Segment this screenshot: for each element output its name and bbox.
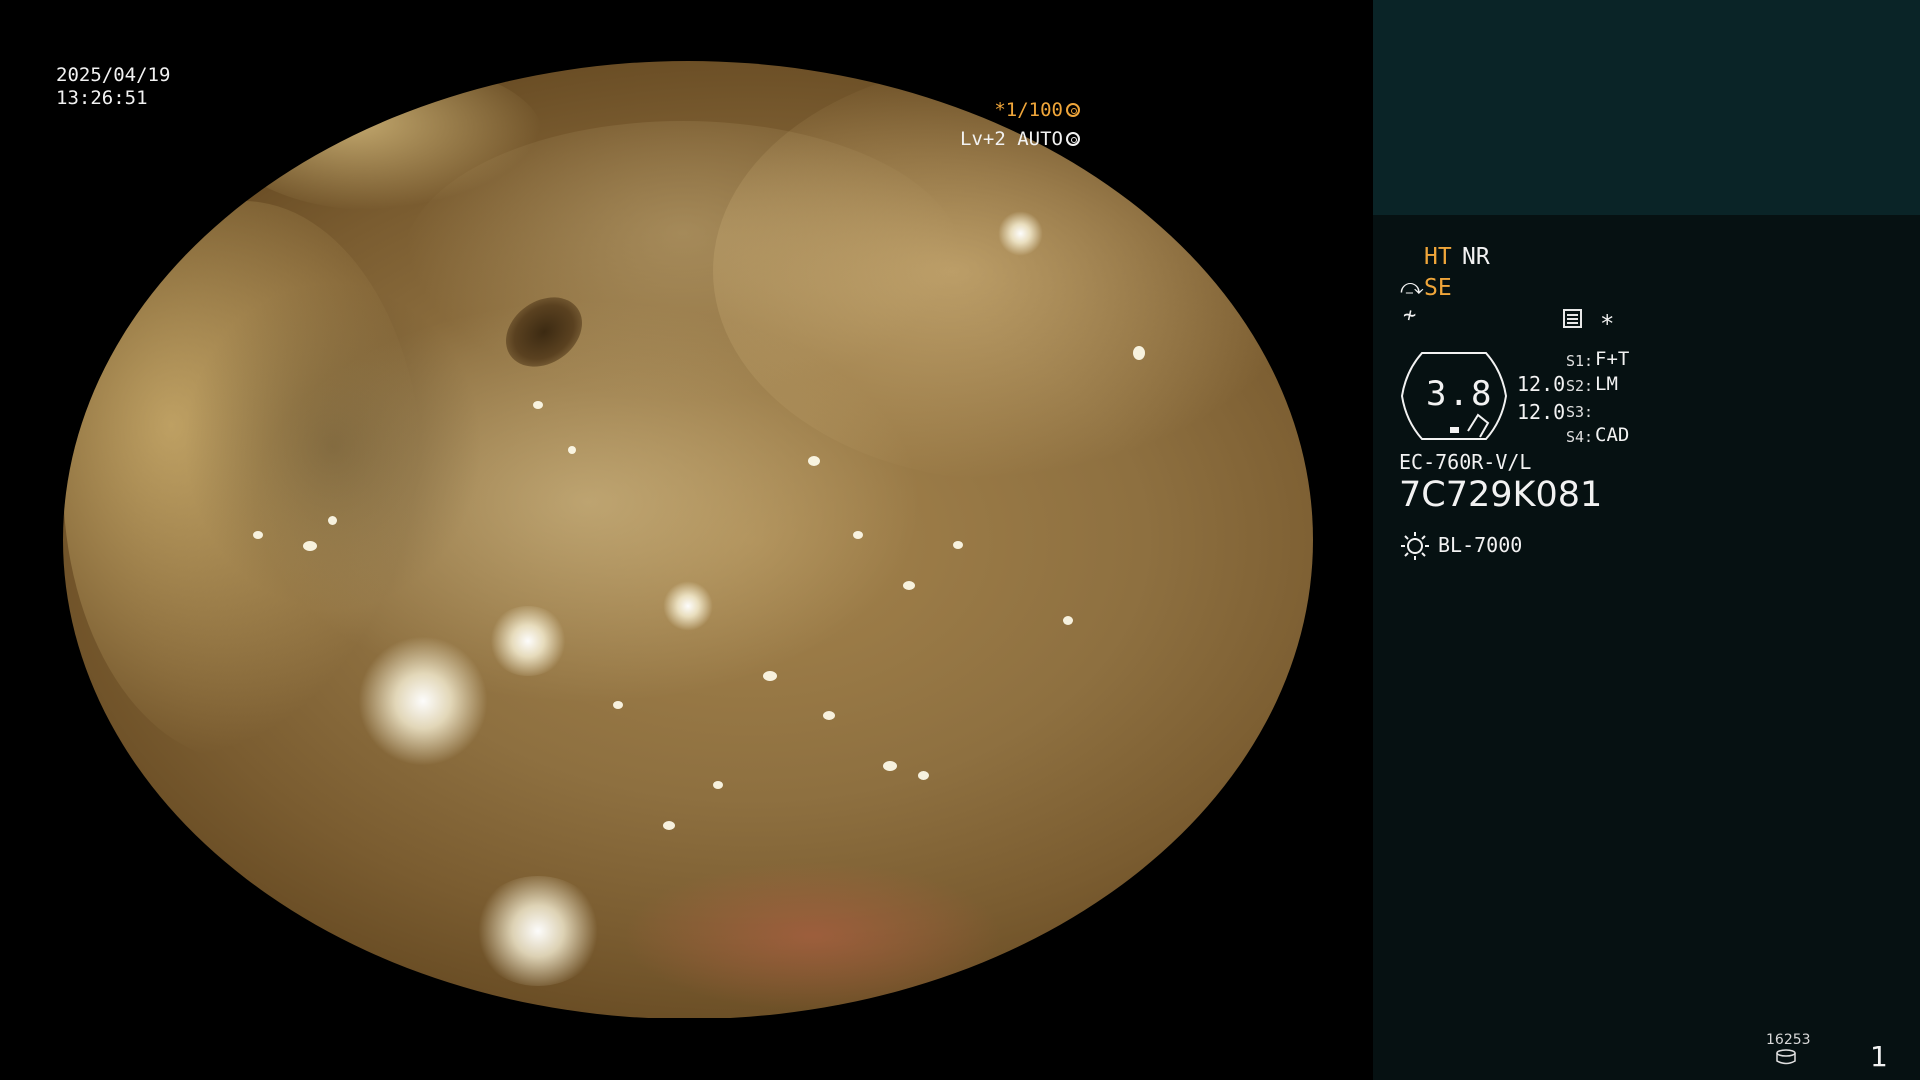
specular-spot [918,771,929,780]
mucosa-fold [223,61,543,211]
date-label: 2025/04/19 [56,64,171,86]
level-value-1: 12.0 [1517,372,1566,396]
light-source-label: BL-7000 [1438,533,1523,557]
specular-reflection [663,581,713,631]
mucosa-shadow [183,281,483,611]
specular-spot [808,456,820,466]
mucosa-fold [713,61,1313,481]
storage-icon [1776,1049,1796,1065]
settings-icon [1563,309,1582,328]
exposure-label: Lv+2 AUTO [960,128,1063,150]
specular-spot [533,401,543,409]
sun-icon [1401,532,1429,560]
exposure-readout: Lv+2 AUTO [960,128,1080,150]
thumbnail-area [1373,0,1920,215]
magnification-value: 3.8 [1426,374,1494,414]
info-panel: HT NR ⤼ SE ≁ ∗ 3.8 12.0 12.0 S1: F+T S2:… [1373,0,1920,1080]
specular-spot [253,531,263,539]
specular-reflection [488,606,568,676]
image-counter: 16253 [1766,1032,1811,1048]
specular-spot [853,531,863,539]
specular-spot [663,821,675,830]
specular-spot [1063,616,1073,625]
mode-ht-label: HT [1424,244,1452,270]
slot-1-label: S1: [1566,352,1594,370]
specular-spot [328,516,337,525]
enhance-icon: ≁ [1403,303,1417,328]
specular-spot [613,701,623,709]
time-label: 13:26:51 [56,87,148,109]
slot-3-label: S3: [1566,403,1594,421]
specular-spot [763,671,777,681]
mucosa-red-area [623,861,1003,1011]
shutter-readout: *1/100 [994,99,1080,121]
level-value-2: 12.0 [1517,400,1566,424]
specular-spot [953,541,963,549]
shutter-label: *1/100 [994,99,1063,121]
specular-spot [303,541,317,551]
asterisk-icon: ∗ [1600,305,1615,333]
slot-1-value: F+T [1595,348,1630,370]
specular-spot [823,711,835,720]
specular-reflection [473,876,603,986]
slot-4-label: S4: [1566,428,1594,446]
specular-spot [568,446,576,454]
specular-reflection [358,636,488,766]
scope-bend-icon: ⤼ [1400,275,1424,300]
mode-nr-label: NR [1462,244,1490,270]
date-time-readout: 2025/04/19 13:26:51 [56,64,170,110]
iris-icon [1066,132,1080,146]
endoscope-image [63,61,1313,1019]
frame-mask-bottom [0,1018,1373,1080]
frame-mask-top [0,0,1373,61]
aperture-icon [1066,103,1080,117]
mode-se-label: SE [1424,275,1452,301]
slot-2-value: LM [1595,373,1618,395]
scope-serial-label: 7C729K081 [1399,475,1603,515]
specular-reflection [998,211,1043,256]
specular-spot [903,581,915,590]
specular-spot [883,761,897,771]
specular-spot [1133,346,1145,360]
slot-2-label: S2: [1566,377,1594,395]
page-number: 1 [1870,1040,1888,1073]
scope-model-label: EC-760R-V/L [1399,450,1532,474]
specular-spot [713,781,723,789]
endoscope-video-area: 2025/04/19 13:26:51 *1/100 Lv+2 AUTO [0,0,1373,1080]
endoscopy-monitor: 2025/04/19 13:26:51 *1/100 Lv+2 AUTO HT … [0,0,1920,1080]
slot-4-value: CAD [1595,424,1630,446]
